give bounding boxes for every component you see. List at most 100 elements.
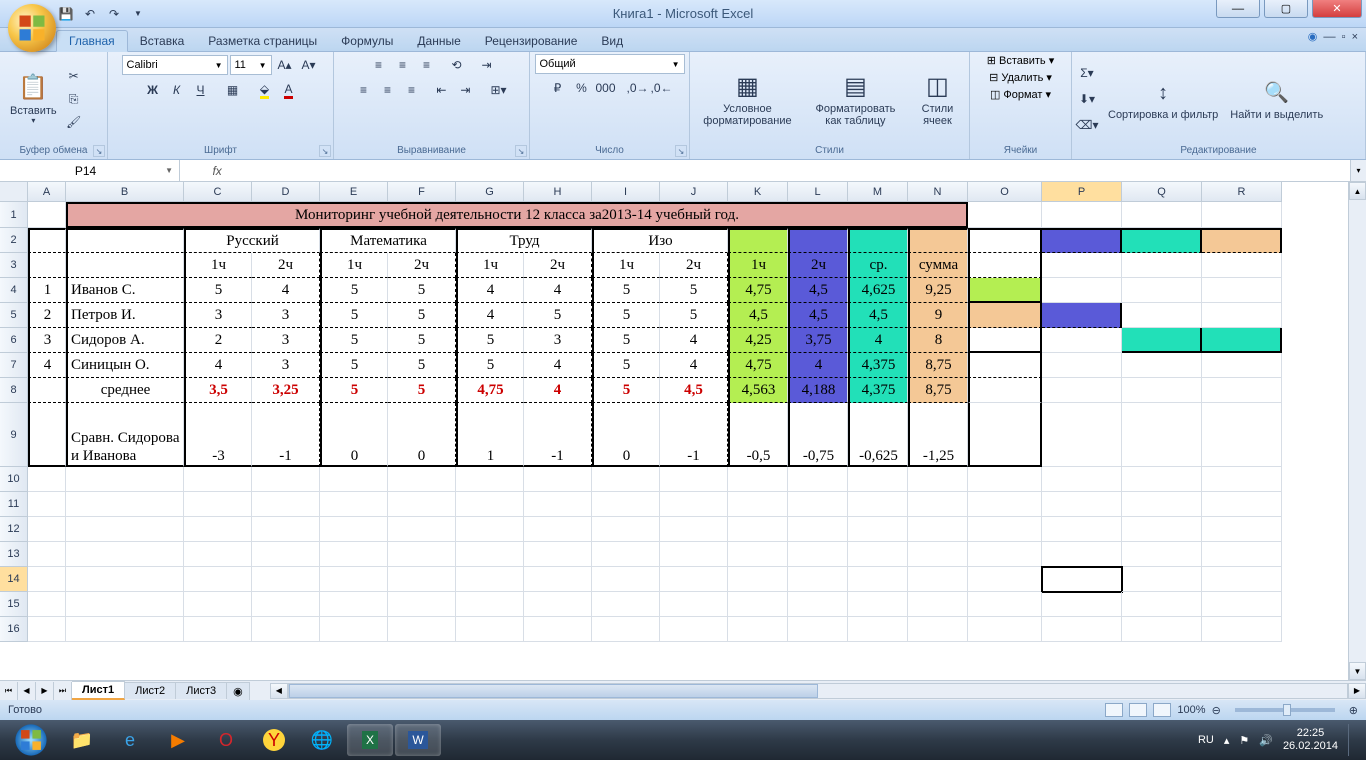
cell[interactable]: 3 bbox=[252, 328, 320, 353]
cell[interactable] bbox=[908, 567, 968, 592]
cell[interactable]: 5 bbox=[320, 303, 388, 328]
font-size-combo[interactable]: 11▼ bbox=[230, 55, 272, 75]
cell[interactable]: Изо bbox=[592, 228, 728, 253]
tab-insert[interactable]: Вставка bbox=[128, 31, 197, 51]
cell[interactable] bbox=[788, 617, 848, 642]
font-name-combo[interactable]: Calibri▼ bbox=[122, 55, 228, 75]
row-header[interactable]: 7 bbox=[0, 353, 28, 378]
col-header[interactable]: L bbox=[788, 182, 848, 202]
cell[interactable] bbox=[968, 592, 1042, 617]
view-normal-icon[interactable] bbox=[1105, 703, 1123, 717]
cell[interactable] bbox=[388, 592, 456, 617]
cell[interactable] bbox=[1042, 378, 1122, 403]
cell[interactable] bbox=[968, 202, 1042, 228]
cell[interactable] bbox=[660, 492, 728, 517]
cell[interactable]: 3 bbox=[524, 328, 592, 353]
cell[interactable] bbox=[1122, 253, 1202, 278]
cell[interactable] bbox=[848, 228, 908, 253]
cell[interactable] bbox=[1122, 278, 1202, 303]
cell[interactable] bbox=[28, 592, 66, 617]
cell[interactable] bbox=[1042, 278, 1122, 303]
cell[interactable] bbox=[320, 467, 388, 492]
cell[interactable] bbox=[660, 517, 728, 542]
decrease-indent-icon[interactable]: ⇤ bbox=[430, 79, 452, 101]
select-all-corner[interactable] bbox=[0, 182, 28, 202]
sheet-tab-1[interactable]: Лист1 bbox=[72, 681, 125, 700]
formula-bar-expand-icon[interactable]: ▾ bbox=[1350, 160, 1366, 181]
maximize-button[interactable]: ▢ bbox=[1264, 0, 1308, 18]
cell[interactable]: 5 bbox=[456, 328, 524, 353]
cell[interactable]: 4,5 bbox=[660, 378, 728, 403]
cell[interactable] bbox=[388, 617, 456, 642]
cell[interactable]: 3 bbox=[252, 353, 320, 378]
align-top-icon[interactable]: ≡ bbox=[367, 54, 389, 76]
format-as-table-button[interactable]: ▤Форматировать как таблицу bbox=[801, 69, 910, 129]
vertical-scrollbar[interactable]: ▲ ▼ bbox=[1348, 182, 1366, 680]
cell[interactable]: 9 bbox=[908, 303, 968, 328]
cell[interactable] bbox=[1202, 567, 1282, 592]
clear-icon[interactable]: ⌫▾ bbox=[1076, 114, 1098, 136]
col-header[interactable]: B bbox=[66, 182, 184, 202]
cell[interactable]: 4,563 bbox=[728, 378, 788, 403]
taskbar-opera-icon[interactable]: O bbox=[203, 724, 249, 756]
cell[interactable]: 5 bbox=[320, 353, 388, 378]
cell[interactable]: -1 bbox=[524, 403, 592, 467]
cell[interactable] bbox=[848, 617, 908, 642]
cell[interactable]: 4,375 bbox=[848, 353, 908, 378]
row-header[interactable]: 6 bbox=[0, 328, 28, 353]
tab-view[interactable]: Вид bbox=[589, 31, 635, 51]
help-icon[interactable]: ◉ bbox=[1308, 30, 1318, 43]
cell[interactable]: 1ч bbox=[728, 253, 788, 278]
show-desktop-button[interactable] bbox=[1348, 724, 1358, 756]
scroll-up-icon[interactable]: ▲ bbox=[1349, 182, 1366, 200]
qat-customize-icon[interactable]: ▼ bbox=[128, 4, 148, 24]
cell[interactable] bbox=[252, 517, 320, 542]
cell[interactable] bbox=[524, 617, 592, 642]
cell[interactable]: Петров И. bbox=[66, 303, 184, 328]
cell[interactable]: 4,75 bbox=[456, 378, 524, 403]
sheet-tab-3[interactable]: Лист3 bbox=[176, 682, 227, 699]
taskbar-explorer-icon[interactable]: 📁 bbox=[59, 724, 105, 756]
row-header[interactable]: 10 bbox=[0, 467, 28, 492]
scroll-left-icon[interactable]: ◀ bbox=[270, 683, 288, 699]
cell[interactable]: 0 bbox=[592, 403, 660, 467]
cell[interactable] bbox=[592, 492, 660, 517]
cell[interactable] bbox=[28, 617, 66, 642]
cell[interactable] bbox=[592, 542, 660, 567]
cell[interactable]: Сидоров А. bbox=[66, 328, 184, 353]
cell[interactable] bbox=[184, 617, 252, 642]
cell[interactable] bbox=[66, 467, 184, 492]
cell[interactable] bbox=[908, 617, 968, 642]
cell[interactable] bbox=[1042, 328, 1122, 353]
col-header[interactable]: M bbox=[848, 182, 908, 202]
cell[interactable] bbox=[788, 592, 848, 617]
cell[interactable]: 4 bbox=[184, 353, 252, 378]
align-left-icon[interactable]: ≡ bbox=[352, 79, 374, 101]
tray-clock[interactable]: 22:2526.02.2014 bbox=[1283, 727, 1338, 753]
cell[interactable] bbox=[456, 617, 524, 642]
cell[interactable] bbox=[1202, 492, 1282, 517]
col-header[interactable]: I bbox=[592, 182, 660, 202]
redo-icon[interactable]: ↷ bbox=[104, 4, 124, 24]
cell[interactable] bbox=[28, 542, 66, 567]
paste-button[interactable]: 📋Вставить▾ bbox=[4, 71, 63, 128]
cell[interactable]: 5 bbox=[456, 353, 524, 378]
cell[interactable]: -0,5 bbox=[728, 403, 788, 467]
cell[interactable]: 4,75 bbox=[728, 278, 788, 303]
cell[interactable]: -1 bbox=[252, 403, 320, 467]
cell[interactable] bbox=[788, 228, 848, 253]
cell[interactable] bbox=[788, 517, 848, 542]
cell[interactable] bbox=[968, 378, 1042, 403]
italic-button[interactable]: К bbox=[166, 79, 188, 101]
cell[interactable] bbox=[1042, 202, 1122, 228]
col-header[interactable]: C bbox=[184, 182, 252, 202]
percent-icon[interactable]: % bbox=[571, 77, 593, 99]
border-icon[interactable]: ▦ bbox=[222, 79, 244, 101]
tab-home[interactable]: Главная bbox=[56, 30, 128, 52]
cell[interactable]: 5 bbox=[592, 353, 660, 378]
col-header[interactable]: P bbox=[1042, 182, 1122, 202]
cell[interactable] bbox=[848, 467, 908, 492]
cell[interactable] bbox=[968, 492, 1042, 517]
cut-icon[interactable]: ✂ bbox=[63, 65, 85, 87]
cell[interactable]: 1ч bbox=[184, 253, 252, 278]
